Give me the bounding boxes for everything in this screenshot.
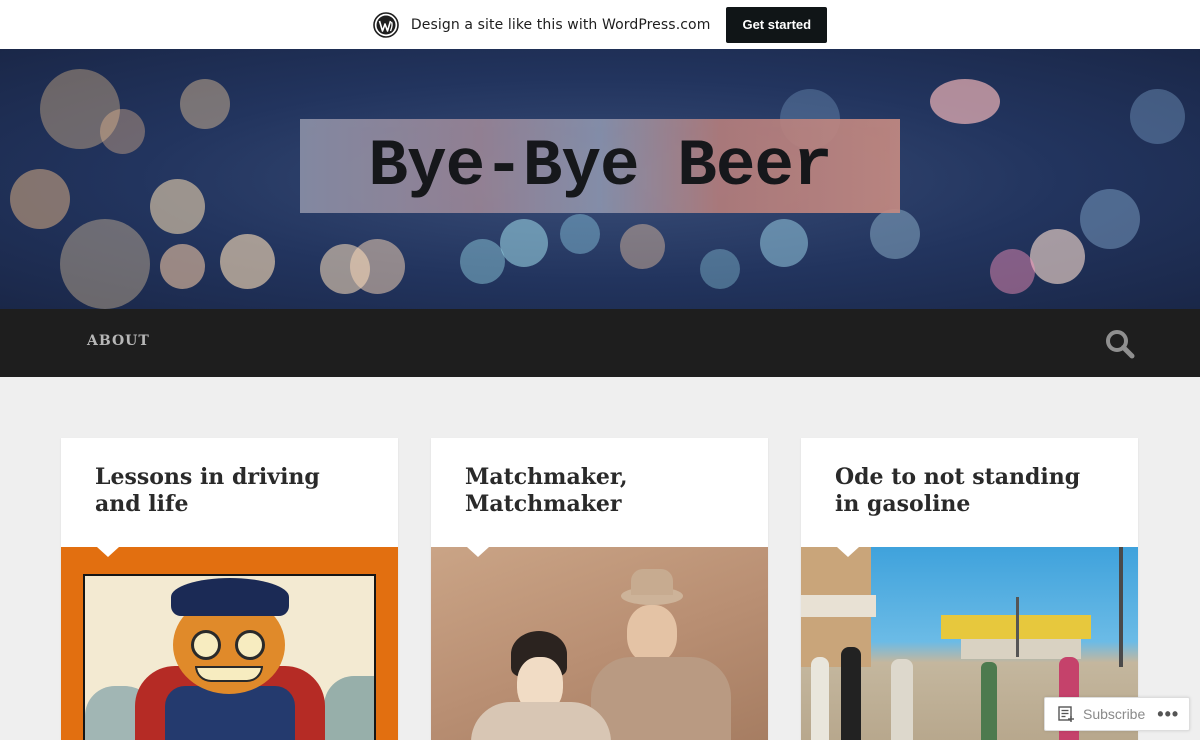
nav-item-about[interactable]: ABOUT [87, 333, 150, 349]
bokeh-light [220, 234, 275, 289]
subscribe-button[interactable]: Subscribe [1045, 698, 1145, 730]
post-title[interactable]: Matchmaker, Matchmaker [465, 464, 725, 518]
thumbnail-notch [97, 547, 119, 557]
subscribe-icon [1058, 706, 1074, 722]
poster-foliage [324, 676, 374, 740]
photo-theater-sign [801, 595, 876, 617]
poster-eye [191, 630, 221, 660]
bokeh-light [620, 224, 665, 269]
bokeh-light [1030, 229, 1085, 284]
bokeh-light [500, 219, 548, 267]
photo-person [891, 659, 913, 740]
poster-eye [235, 630, 265, 660]
poster-smile [195, 666, 263, 682]
post-card: Matchmaker, Matchmaker [431, 438, 768, 740]
main-navigation: ABOUT [0, 309, 1200, 377]
get-started-button[interactable]: Get started [726, 6, 828, 43]
bokeh-light [150, 179, 205, 234]
bokeh-light [100, 109, 145, 154]
bokeh-light [160, 244, 205, 289]
photo-hat [631, 569, 673, 595]
site-header: Bye-Bye Beer [0, 49, 1200, 309]
post-card: Lessons in driving and life [61, 438, 398, 740]
thumbnail-notch [467, 547, 489, 557]
poster-figure-body [165, 686, 295, 740]
post-title[interactable]: Ode to not standing in gasoline [835, 464, 1095, 518]
bokeh-light [60, 219, 150, 309]
subscribe-widget: Subscribe ••• [1044, 697, 1190, 731]
promo-text: Design a site like this with WordPress.c… [410, 16, 711, 33]
bokeh-light [560, 214, 600, 254]
photo-man-face [627, 605, 677, 663]
post-title[interactable]: Lessons in driving and life [95, 464, 355, 518]
wordpress-logo-icon[interactable] [373, 11, 399, 38]
poster-cap [171, 578, 289, 616]
more-icon[interactable]: ••• [1157, 705, 1179, 723]
post-thumbnail[interactable] [61, 547, 398, 740]
bokeh-light [1080, 189, 1140, 249]
thumbnail-notch [837, 547, 859, 557]
photo-woman-fur [471, 702, 611, 740]
photo-lamp-post [1016, 597, 1019, 657]
subscribe-label: Subscribe [1083, 706, 1146, 722]
bokeh-light [180, 79, 230, 129]
site-title[interactable]: Bye-Bye Beer [368, 129, 832, 204]
post-thumbnail[interactable] [431, 547, 768, 740]
photo-pavilion [961, 639, 1081, 659]
bokeh-light [350, 239, 405, 294]
post-card: Ode to not standing in gasoline [801, 438, 1138, 740]
bokeh-light [990, 249, 1035, 294]
bokeh-light [760, 219, 808, 267]
wordpress-promo-bar: Design a site like this with WordPress.c… [0, 0, 1200, 49]
search-icon[interactable] [1104, 328, 1136, 360]
bokeh-light [10, 169, 70, 229]
vintage-poster-frame [83, 574, 376, 740]
bokeh-light [460, 239, 505, 284]
bokeh-light [870, 209, 920, 259]
bokeh-light [700, 249, 740, 289]
photo-man-coat [591, 657, 731, 740]
photo-person [981, 662, 997, 740]
site-title-banner[interactable]: Bye-Bye Beer [300, 119, 900, 213]
photo-person [811, 657, 829, 740]
bokeh-light [1130, 89, 1185, 144]
photo-person [841, 647, 861, 740]
bokeh-light [930, 79, 1000, 124]
photo-pole [1119, 547, 1123, 667]
